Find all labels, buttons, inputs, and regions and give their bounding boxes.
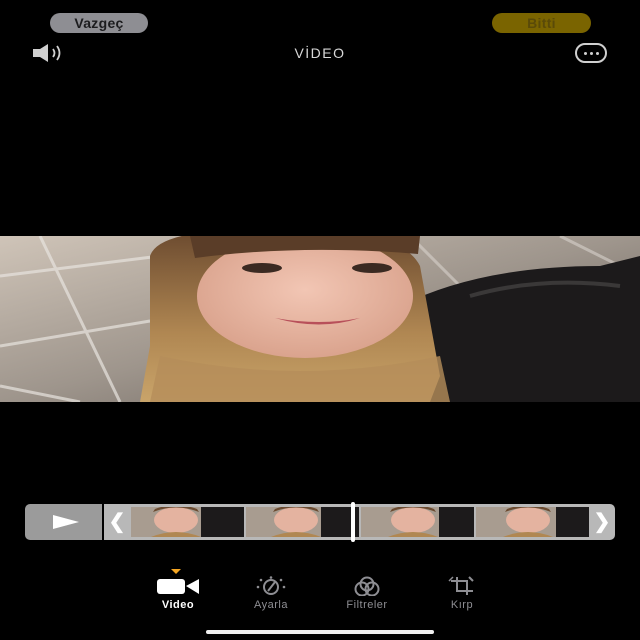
video-camera-icon bbox=[157, 579, 199, 594]
frame-thumbnail bbox=[361, 507, 474, 537]
tool-video[interactable]: Video bbox=[138, 576, 218, 616]
play-icon bbox=[53, 515, 79, 529]
cancel-button[interactable]: Vazgeç bbox=[50, 13, 148, 33]
tool-filters[interactable]: Filtreler bbox=[327, 576, 407, 616]
tool-label: Filtreler bbox=[346, 599, 388, 611]
play-button[interactable] bbox=[25, 504, 102, 540]
active-tool-indicator bbox=[171, 569, 181, 574]
tool-label: Ayarla bbox=[254, 599, 288, 611]
home-indicator[interactable] bbox=[206, 630, 434, 634]
filters-icon bbox=[354, 576, 380, 596]
frame-strip[interactable] bbox=[131, 507, 589, 537]
more-options-icon[interactable] bbox=[575, 43, 607, 63]
frame-thumbnail bbox=[476, 507, 589, 537]
playhead[interactable] bbox=[351, 502, 355, 542]
tool-adjust[interactable]: Ayarla bbox=[231, 576, 311, 616]
frame-thumbnail bbox=[246, 507, 359, 537]
adjust-dial-icon bbox=[256, 576, 286, 595]
trim-scrubber[interactable]: ❮ ❯ bbox=[104, 502, 615, 542]
video-preview[interactable] bbox=[0, 236, 640, 402]
frame-thumbnail bbox=[131, 507, 244, 537]
page-title: VİDEO bbox=[294, 45, 346, 61]
crop-icon bbox=[448, 576, 474, 595]
timeline[interactable]: ❮ ❯ bbox=[25, 502, 615, 542]
tool-label: Kırp bbox=[450, 599, 474, 611]
tool-crop[interactable]: Kırp bbox=[422, 576, 502, 616]
chevron-left-icon[interactable]: ❮ bbox=[106, 504, 128, 540]
done-button[interactable]: Bitti bbox=[492, 13, 591, 33]
chevron-right-icon[interactable]: ❯ bbox=[591, 504, 613, 540]
tool-label: Video bbox=[161, 599, 195, 611]
